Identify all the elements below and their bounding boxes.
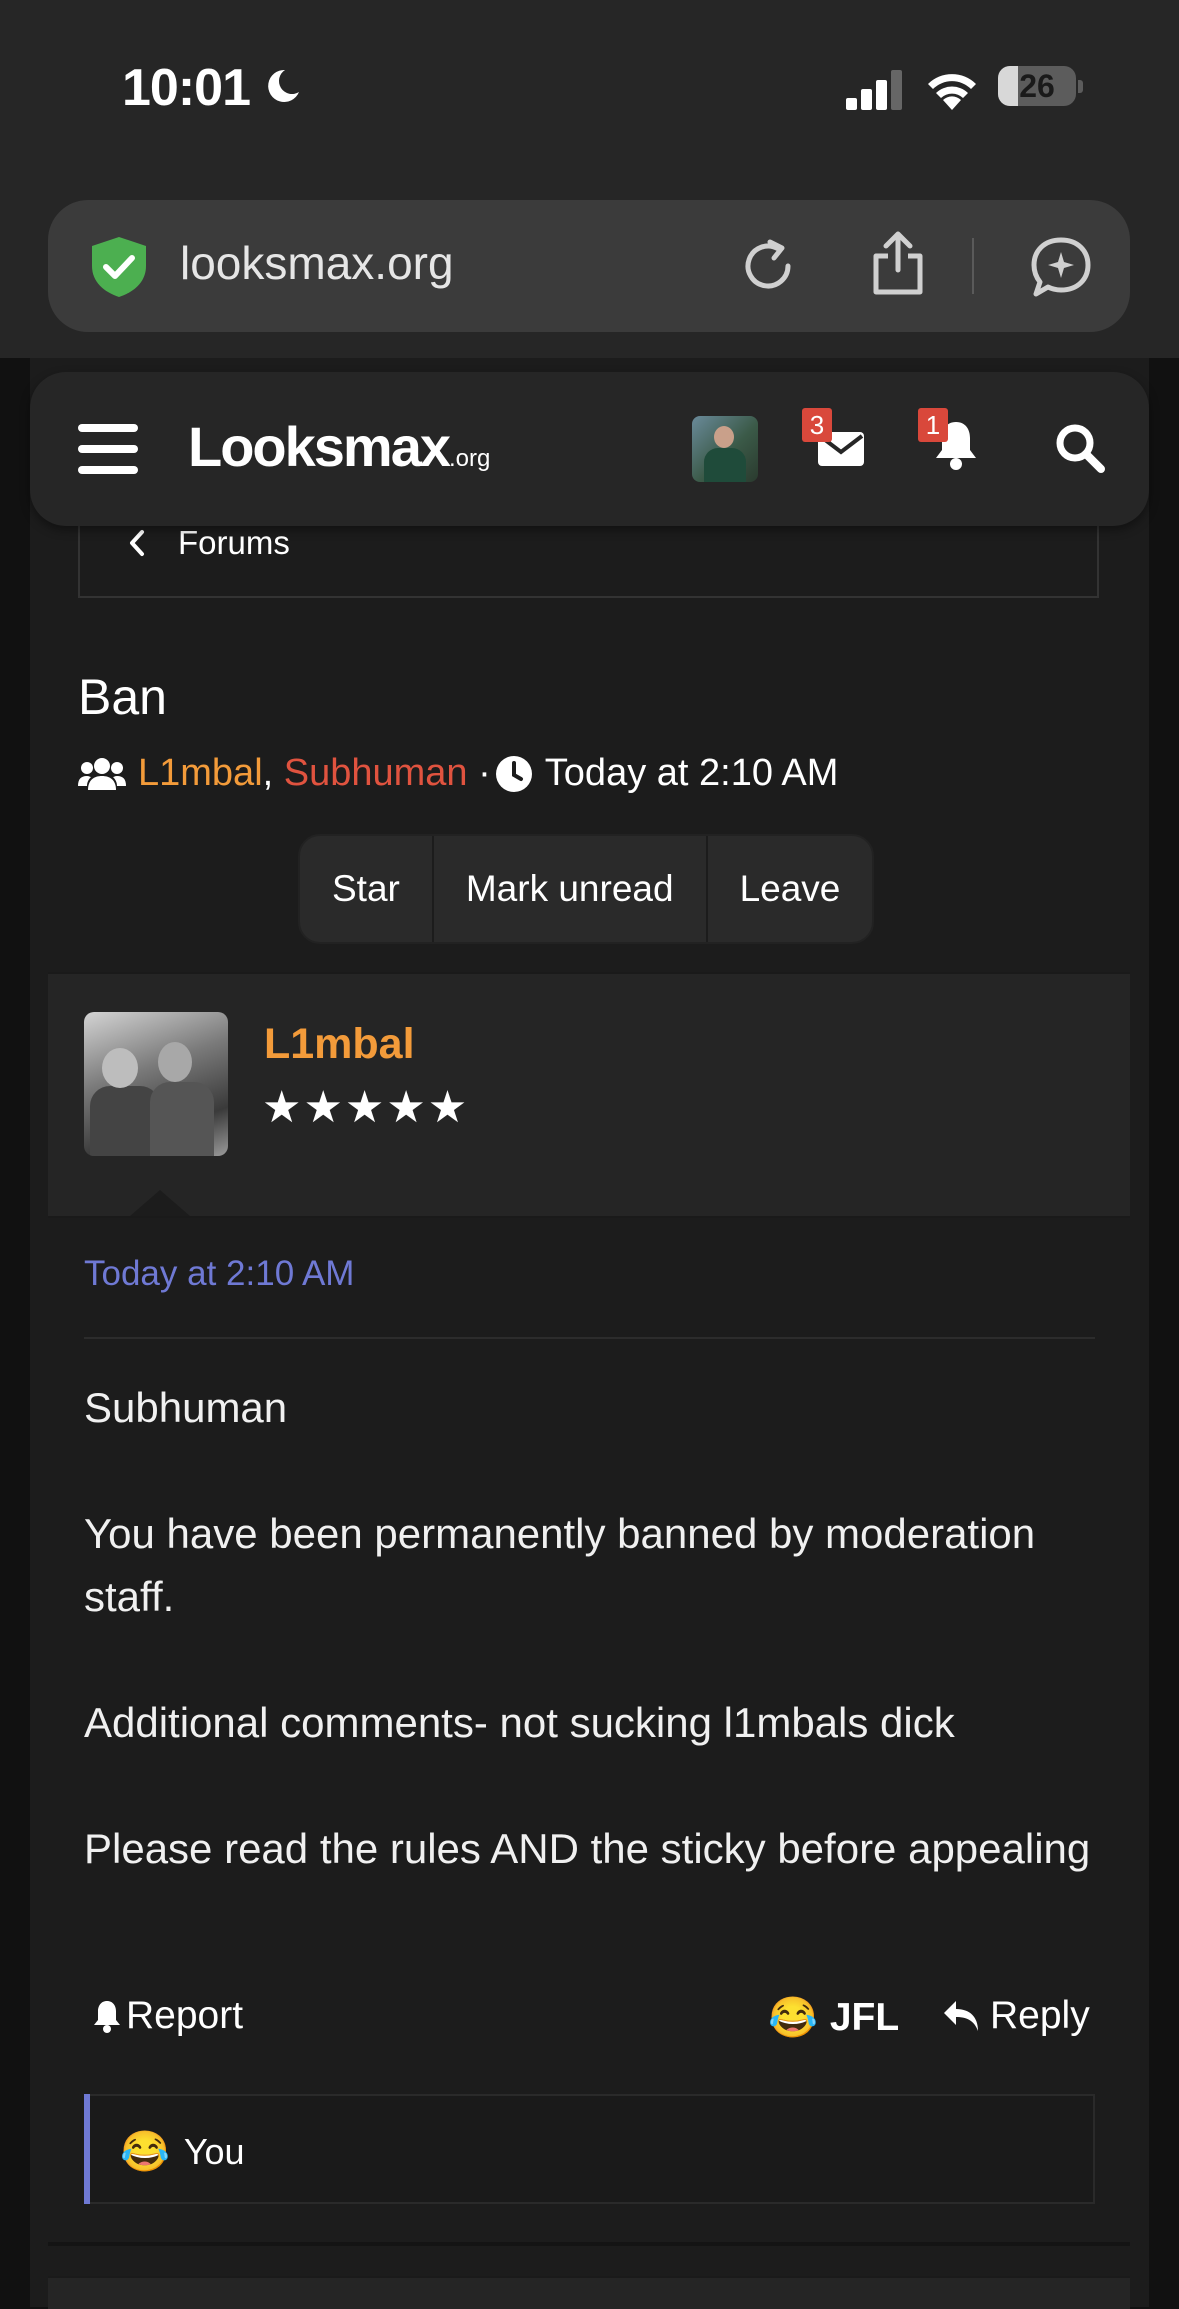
author-avatar[interactable] <box>84 1012 228 1156</box>
divider <box>48 2242 1130 2246</box>
report-button[interactable]: Report <box>92 1994 243 2038</box>
users-icon <box>78 757 126 790</box>
conversation-meta: L1mbal , Subhuman · Today at 2:10 AM <box>78 752 838 795</box>
react-button[interactable]: 😂 JFL <box>768 1994 899 2041</box>
assistant-icon[interactable] <box>1028 234 1094 300</box>
star-button[interactable]: Star <box>300 836 434 942</box>
reply-button[interactable]: Reply <box>942 1994 1090 2038</box>
divider <box>84 1337 1095 1339</box>
site-logo[interactable]: Looksmax.org <box>188 414 490 479</box>
reactions-bar[interactable]: 😂 You <box>84 2094 1095 2204</box>
wifi-icon <box>928 74 976 110</box>
reaction-users: You <box>183 2130 245 2172</box>
message-arrow <box>130 1190 190 1216</box>
author-username[interactable]: L1mbal <box>264 1020 415 1069</box>
url-bar[interactable]: looksmax.org <box>48 200 1130 332</box>
share-icon[interactable] <box>868 230 928 296</box>
next-message <box>48 2276 1130 2309</box>
site-header: Looksmax.org 3 1 <box>30 372 1149 526</box>
menu-icon[interactable] <box>78 424 138 474</box>
messages-badge: 3 <box>802 408 832 442</box>
battery-percent: 26 <box>1019 68 1055 104</box>
search-icon[interactable] <box>1054 422 1106 474</box>
breadcrumb-forums-link[interactable]: Forums <box>178 524 290 562</box>
reply-arrow-icon <box>944 2001 978 2031</box>
leave-button[interactable]: Leave <box>708 836 873 942</box>
message-body: Subhuman You have been permanently banne… <box>84 1376 1095 1943</box>
bell-icon <box>94 2001 120 2033</box>
cellular-signal-icon <box>846 70 902 110</box>
message-paragraph: You have been permanently banned by mode… <box>84 1510 1036 1620</box>
message-actions: Report 😂 JFL Reply <box>84 1990 1095 2050</box>
author-rating-stars: ★★★★★ <box>262 1083 470 1132</box>
mark-unread-button[interactable]: Mark unread <box>434 836 708 942</box>
conversation-time: Today at 2:10 AM <box>544 752 839 794</box>
clock-icon <box>495 755 532 792</box>
laughing-emoji-icon: 😂 <box>120 2130 170 2174</box>
browser-chrome: 10:01 26 looksmax.org <box>0 0 1179 358</box>
message-header: L1mbal ★★★★★ <box>48 972 1130 1218</box>
message-paragraph: Additional comments- not sucking l1mbals… <box>84 1699 955 1746</box>
laughing-emoji-icon: 😂 <box>768 1996 818 2040</box>
message-paragraph: Subhuman <box>84 1384 288 1431</box>
alerts-badge: 1 <box>918 408 948 442</box>
page-title: Ban <box>78 669 167 725</box>
message-date[interactable]: Today at 2:10 AM <box>84 1254 354 1294</box>
battery-indicator: 26 <box>998 66 1083 108</box>
participant-link[interactable]: L1mbal <box>138 752 263 795</box>
moon-icon <box>268 69 299 102</box>
url-text[interactable]: looksmax.org <box>180 236 454 290</box>
status-time: 10:01 <box>122 59 251 117</box>
message-paragraph: Please read the rules AND the sticky bef… <box>84 1825 1091 1872</box>
conversation-actions: Star Mark unread Leave <box>298 834 875 944</box>
shield-check-icon <box>92 237 146 297</box>
chevron-left-icon[interactable] <box>126 528 148 558</box>
reload-icon[interactable] <box>738 236 798 296</box>
participant-link[interactable]: Subhuman <box>284 752 468 795</box>
user-avatar[interactable] <box>692 416 758 482</box>
